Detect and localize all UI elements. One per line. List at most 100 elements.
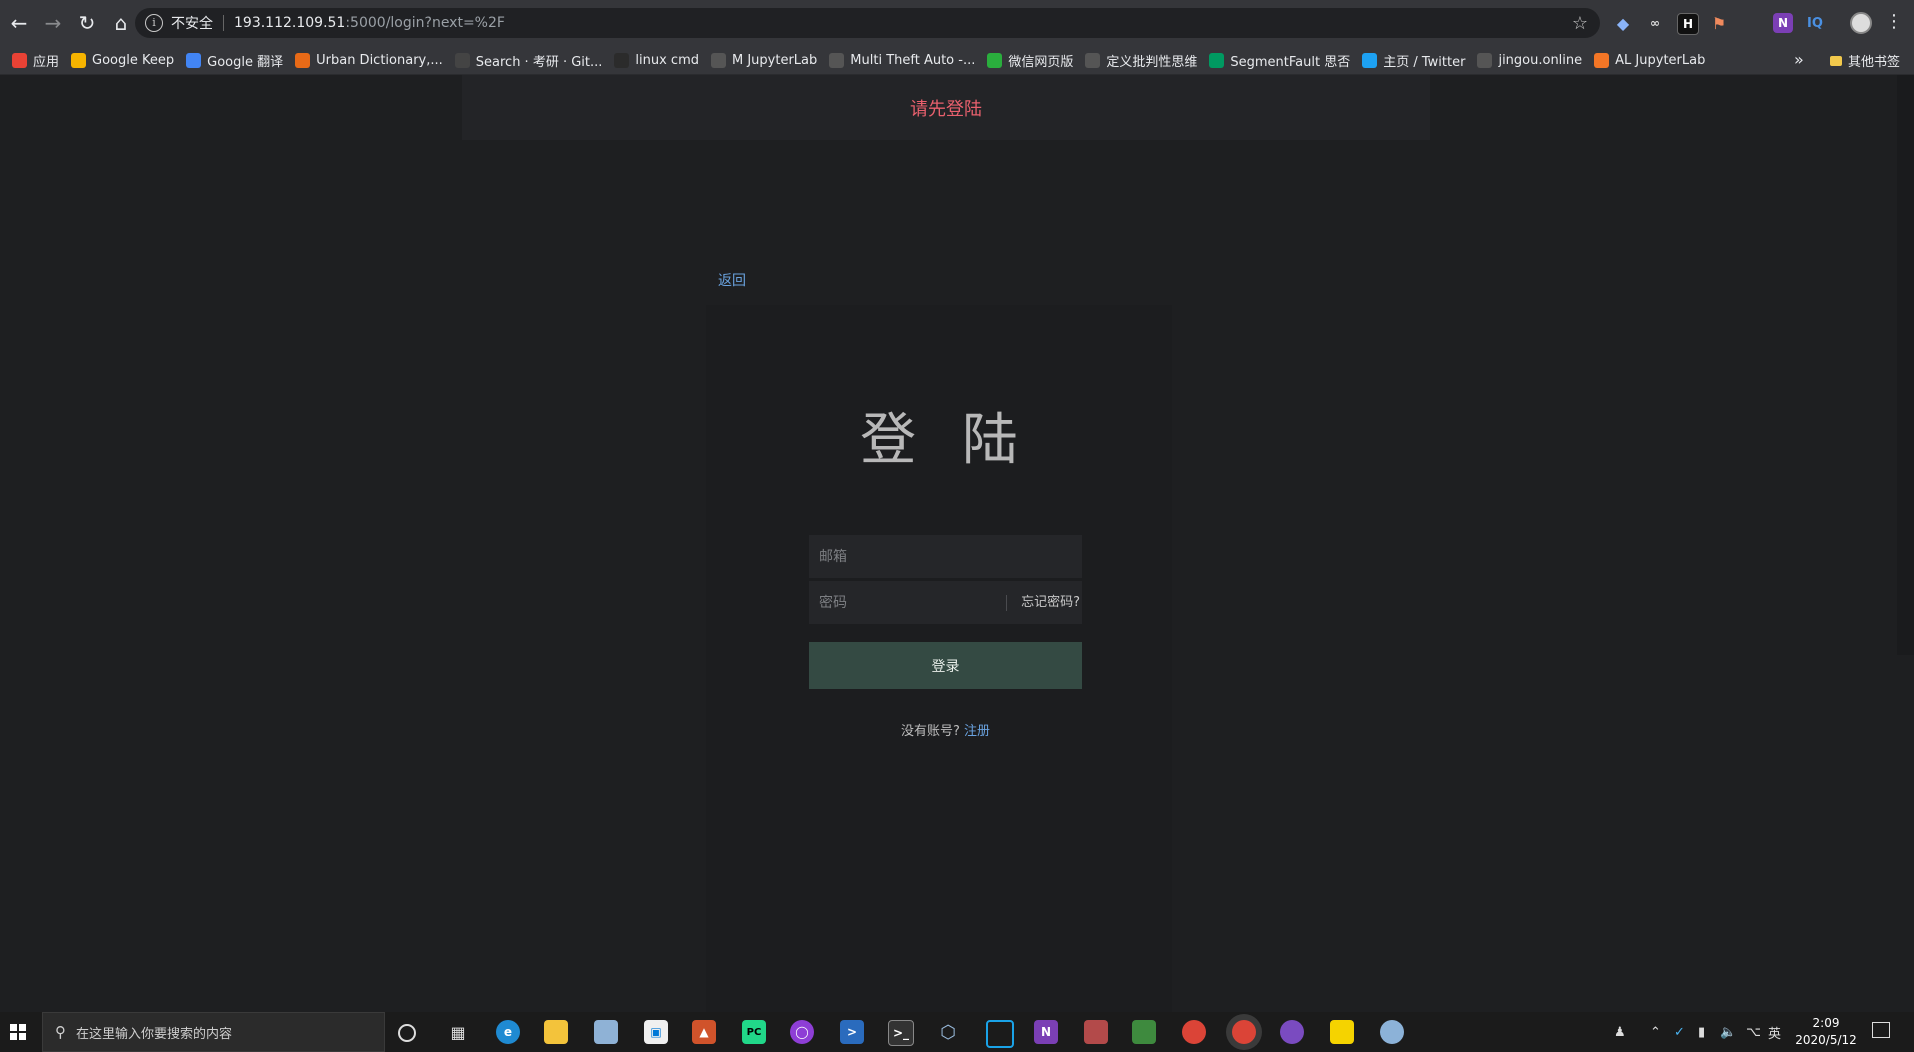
pycharm-icon[interactable]: PC [742,1020,766,1044]
matlab-icon[interactable]: ▲ [692,1020,716,1044]
bookmark-item[interactable]: Urban Dictionary,... [295,52,443,68]
jupyter-icon [1594,52,1610,68]
bookmark-item[interactable]: jingou.online [1477,52,1582,68]
extension-bookmark-icon[interactable]: ⚑ [1709,13,1729,33]
cortana-icon[interactable] [398,1024,416,1042]
tray-app-icon[interactable]: ✓ [1674,1012,1685,1052]
scrollbar[interactable] [1897,75,1914,655]
tor-icon[interactable]: ◯ [790,1020,814,1044]
task-view-icon[interactable]: ▦ [446,1020,470,1044]
sticky-notes-icon[interactable] [1330,1020,1354,1044]
edge-icon[interactable]: e [496,1020,520,1044]
onenote-icon[interactable]: N [1034,1020,1058,1044]
avatar[interactable] [1850,12,1872,34]
browser-toolbar: ← → ↻ ⌂ i 不安全 193.112.109.51:5000/login?… [0,0,1914,46]
store-icon[interactable]: ▣ [644,1020,668,1044]
bookmark-item[interactable]: Google Keep [71,52,175,68]
window-manager-icon[interactable] [986,1020,1014,1048]
taskbar-search[interactable]: ⚲ 在这里输入你要搜索的内容 [42,1012,385,1052]
bookmark-item[interactable]: Google 翻译 [186,51,283,70]
people-icon[interactable]: ♟ [1614,1012,1626,1052]
bookmarks-bar: 应用 Google Keep Google 翻译 Urban Dictionary,.… [0,46,1914,75]
file-explorer-icon[interactable] [544,1020,568,1044]
onenote-clipper-icon[interactable]: N [1773,13,1793,33]
other-bookmarks-folder[interactable]: 其他书签 [1830,51,1900,70]
globe-icon [1085,52,1101,68]
bookmark-star-icon[interactable]: ☆ [1572,13,1588,34]
app-globe-icon[interactable] [1380,1020,1404,1044]
forgot-password-link[interactable]: 忘记密码? [1006,594,1082,611]
login-button[interactable]: 登录 [809,642,1082,689]
extension-h-icon[interactable]: H [1677,13,1699,35]
register-prompt: 没有账号? 注册 [809,720,1082,739]
chrome-active-icon[interactable] [1232,1020,1256,1044]
address-bar[interactable]: i 不安全 193.112.109.51:5000/login?next=%2F… [135,8,1600,38]
url-path: :5000/login?next=%2F [345,15,505,31]
terminal-icon[interactable]: >_ [888,1020,914,1046]
wechat-icon [987,52,1003,68]
bookmark-item[interactable]: M JupyterLab [711,52,817,68]
battery-icon[interactable]: ▮ [1698,1012,1705,1052]
bookmark-item[interactable]: 微信网页版 [987,51,1073,70]
flash-message: 请先登陆 [910,98,982,120]
notification-icon[interactable] [1872,1022,1890,1038]
photos-icon[interactable] [594,1020,618,1044]
bookmark-label: SegmentFault 思否 [1230,54,1351,70]
flash-banner: 请先登陆 [462,75,1430,140]
more-menu-icon[interactable]: ⋮ [1884,11,1904,32]
virtualbox-icon[interactable]: ⬡ [936,1020,960,1044]
app-red-icon[interactable] [1084,1020,1108,1044]
bookmark-label: AL JupyterLab [1615,52,1706,68]
bookmark-item[interactable]: SegmentFault 思否 [1209,51,1350,70]
register-link[interactable]: 注册 [964,724,990,739]
globe-icon [1477,52,1493,68]
bookmark-item[interactable]: AL JupyterLab [1594,52,1706,68]
chrome-icon[interactable] [1182,1020,1206,1044]
bookmark-label: Google 翻译 [207,54,284,70]
bookmark-item[interactable]: 定义批判性思维 [1085,51,1197,70]
bookmark-label: linux cmd [635,52,699,68]
bookmark-label: Search · 考研 · Git... [475,54,603,70]
bookmark-item[interactable]: Multi Theft Auto -... [829,52,975,68]
forward-arrow-icon[interactable]: → [38,8,68,38]
urban-dictionary-icon [295,52,311,68]
folder-icon [1830,55,1842,66]
bookmark-label: Google Keep [92,52,175,68]
bookmark-label: 微信网页版 [1008,54,1074,70]
back-arrow-icon[interactable]: ← [4,8,34,38]
bookmark-item[interactable]: 主页 / Twitter [1362,51,1465,70]
bookmarks-overflow-icon[interactable]: » [1794,50,1804,69]
back-link[interactable]: 返回 [718,270,746,290]
powershell-icon[interactable]: > [840,1020,864,1044]
segmentfault-icon [1209,52,1225,68]
bookmark-item[interactable]: linux cmd [614,52,699,68]
windows-start-icon[interactable] [0,1012,36,1052]
system-clock[interactable]: 2:09 2020/5/12 [1790,1015,1862,1049]
bookmark-item[interactable]: Search · 考研 · Git... [454,51,603,70]
app-purple-icon[interactable] [1280,1020,1304,1044]
no-account-text: 没有账号? [900,724,960,739]
divider [223,15,224,31]
ime-indicator[interactable]: 英 [1768,1012,1781,1052]
info-icon[interactable]: i [145,14,163,32]
clock-date: 2020/5/12 [1795,1033,1857,1047]
url-host: 193.112.109.51 [234,15,346,31]
home-icon[interactable]: ⌂ [106,8,136,38]
extension-diamond-icon[interactable]: ◆ [1613,13,1633,33]
extension-iq-icon[interactable]: IQ [1805,13,1825,33]
wifi-icon[interactable]: ⌥ [1746,1012,1761,1052]
email-field[interactable] [809,535,1082,578]
reload-icon[interactable]: ↻ [72,8,102,38]
volume-icon[interactable]: 🔈 [1720,1012,1736,1052]
google-translate-icon [186,52,202,68]
tray-chevron-up-icon[interactable]: ⌃ [1650,1012,1661,1052]
google-keep-icon [71,52,87,68]
email-field-wrapper [809,535,1082,578]
bookmark-label: Urban Dictionary,... [316,52,443,68]
notepad-plus-icon[interactable] [1132,1020,1156,1044]
bookmark-item[interactable]: 应用 [12,51,59,70]
extension-glasses-icon[interactable]: ∞ [1645,13,1665,33]
password-field[interactable] [809,581,1007,624]
search-icon: ⚲ [55,1023,66,1041]
clock-time: 2:09 [1812,1016,1840,1030]
